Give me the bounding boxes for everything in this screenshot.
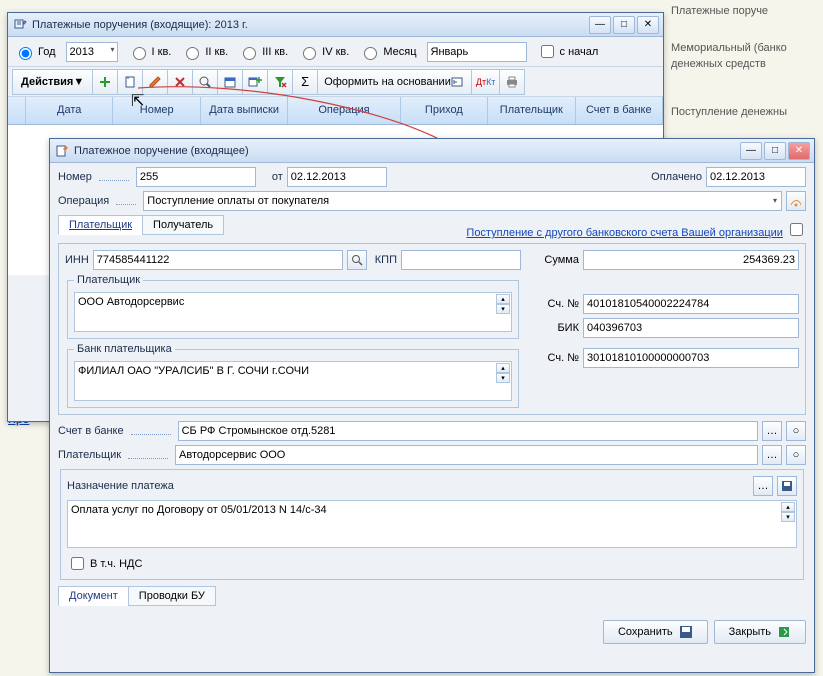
purpose-label: Назначение платежа	[67, 480, 174, 492]
main-titlebar[interactable]: Платежные поручения (входящие): 2013 г. …	[8, 13, 663, 37]
radio-month[interactable]: Месяц	[359, 44, 416, 60]
dialog-title: Платежное поручение (входящее)	[74, 145, 740, 157]
inn-input[interactable]	[93, 250, 343, 270]
add-button[interactable]	[92, 69, 118, 95]
tab-payer[interactable]: Плательщик	[58, 215, 143, 235]
acc2-input[interactable]	[583, 348, 799, 368]
dialog-window: Платежное поручение (входящее) — □ ✕ Ном…	[49, 138, 815, 673]
bank-account-input[interactable]	[178, 421, 758, 441]
tab-document[interactable]: Документ	[58, 586, 129, 606]
filter-remove-button[interactable]	[267, 69, 293, 95]
payer2-lookup-button[interactable]: …	[762, 445, 782, 465]
date-input[interactable]	[287, 167, 387, 187]
bank-account-clear-button[interactable]: ○	[786, 421, 806, 441]
vat-checkbox[interactable]: В т.ч. НДС	[67, 554, 797, 573]
sum-input[interactable]	[583, 250, 799, 270]
sum-button[interactable]: Σ	[292, 69, 318, 95]
col-marker[interactable]	[8, 97, 26, 124]
operation-label: Операция	[58, 195, 109, 207]
payer2-clear-button[interactable]: ○	[786, 445, 806, 465]
paid-date-input[interactable]	[706, 167, 806, 187]
payer2-label: Плательщик	[58, 449, 121, 461]
bg-text-4: Поступление денежны	[671, 106, 787, 118]
actions-button[interactable]: Действия ▼	[12, 69, 93, 95]
inn-label: ИНН	[65, 254, 89, 266]
bg-text-1: Платежные поруче	[671, 5, 768, 17]
checkbox-from-start[interactable]: с начал	[537, 42, 599, 61]
radio-year[interactable]: Год	[14, 44, 56, 60]
col-number[interactable]: Номер	[113, 97, 200, 124]
radio-q3[interactable]: III кв.	[238, 44, 288, 60]
operation-select[interactable]: Поступление оплаты от покупателя	[143, 191, 782, 211]
bank-account-label: Счет в банке	[58, 425, 124, 437]
minimize-button[interactable]: —	[589, 16, 611, 34]
radio-q2[interactable]: II кв.	[181, 44, 228, 60]
col-payer[interactable]: Плательщик	[488, 97, 575, 124]
payer-text[interactable]: ООО Автодорсервис	[76, 294, 496, 310]
new-doc-button[interactable]: Оформить на основании	[317, 69, 472, 95]
toolbar: Действия ▼ Σ Оформить на основании ДтКт	[8, 67, 663, 97]
col-bank-account[interactable]: Счет в банке	[576, 97, 663, 124]
bank-account-lookup-button[interactable]: …	[762, 421, 782, 441]
sum-label: Сумма	[529, 254, 579, 266]
acc2-label: Сч. №	[529, 352, 579, 364]
month-input[interactable]	[427, 42, 527, 62]
dialog-maximize-button[interactable]: □	[764, 142, 786, 160]
col-date[interactable]: Дата	[26, 97, 113, 124]
acc1-input[interactable]	[583, 294, 799, 314]
from-label: от	[272, 171, 283, 183]
app-icon	[12, 17, 28, 33]
column-headers: Дата Номер Дата выписки Операция Приход …	[8, 97, 663, 125]
bg-text-2: Мемориальный (банко	[671, 42, 787, 54]
edit-button[interactable]	[142, 69, 168, 95]
number-label: Номер	[58, 171, 92, 183]
delete-button[interactable]	[167, 69, 193, 95]
tab-postings[interactable]: Проводки БУ	[128, 586, 216, 606]
other-account-link[interactable]: Поступление с другого банковского счета …	[466, 227, 783, 239]
dialog-icon	[54, 143, 70, 159]
operation-lookup-button[interactable]	[786, 191, 806, 211]
purpose-text[interactable]: Оплата услуг по Договору от 05/01/2013 N…	[69, 502, 781, 518]
calendar-button[interactable]	[217, 69, 243, 95]
col-statement-date[interactable]: Дата выписки	[201, 97, 288, 124]
close-button[interactable]: ✕	[637, 16, 659, 34]
bank-text[interactable]: ФИЛИАЛ ОАО "УРАЛСИБ" В Г. СОЧИ г.СОЧИ	[76, 363, 496, 379]
kpp-label: КПП	[375, 254, 397, 266]
tab-recipient[interactable]: Получатель	[142, 215, 224, 235]
copy-button[interactable]	[117, 69, 143, 95]
bg-text-3: денежных средств	[671, 58, 766, 70]
radio-q1[interactable]: I кв.	[128, 44, 172, 60]
payer-box-label: Плательщик	[74, 274, 143, 286]
dialog-titlebar[interactable]: Платежное поручение (входящее) — □ ✕	[50, 139, 814, 163]
maximize-button[interactable]: □	[613, 16, 635, 34]
calendar-add-button[interactable]	[242, 69, 268, 95]
other-account-checkbox[interactable]	[790, 223, 803, 236]
print-button[interactable]	[499, 69, 525, 95]
purpose-save-button[interactable]	[777, 476, 797, 496]
save-button[interactable]: Сохранить	[603, 620, 708, 644]
number-input[interactable]	[136, 167, 256, 187]
close-button-bottom[interactable]: Закрыть	[714, 620, 806, 644]
col-income[interactable]: Приход	[401, 97, 488, 124]
search-button[interactable]	[192, 69, 218, 95]
main-title: Платежные поручения (входящие): 2013 г.	[32, 19, 589, 31]
col-operation[interactable]: Операция	[288, 97, 400, 124]
radio-q4[interactable]: IV кв.	[298, 44, 349, 60]
paid-label: Оплачено	[651, 171, 702, 183]
filter-bar: Год I кв. II кв. III кв. IV кв. Месяц с …	[8, 37, 663, 67]
dtkt-button[interactable]: ДтКт	[471, 69, 501, 95]
acc1-label: Сч. №	[529, 298, 579, 310]
dialog-minimize-button[interactable]: —	[740, 142, 762, 160]
year-input[interactable]	[66, 42, 118, 62]
dialog-close-button[interactable]: ✕	[788, 142, 810, 160]
purpose-lookup-button[interactable]: …	[753, 476, 773, 496]
payer2-input[interactable]	[175, 445, 758, 465]
bank-box-label: Банк плательщика	[74, 343, 175, 355]
kpp-input[interactable]	[401, 250, 521, 270]
bik-input[interactable]	[583, 318, 799, 338]
bik-label: БИК	[529, 322, 579, 334]
inn-search-button[interactable]	[347, 250, 367, 270]
payer-tabs: Плательщик Получатель	[58, 215, 223, 235]
